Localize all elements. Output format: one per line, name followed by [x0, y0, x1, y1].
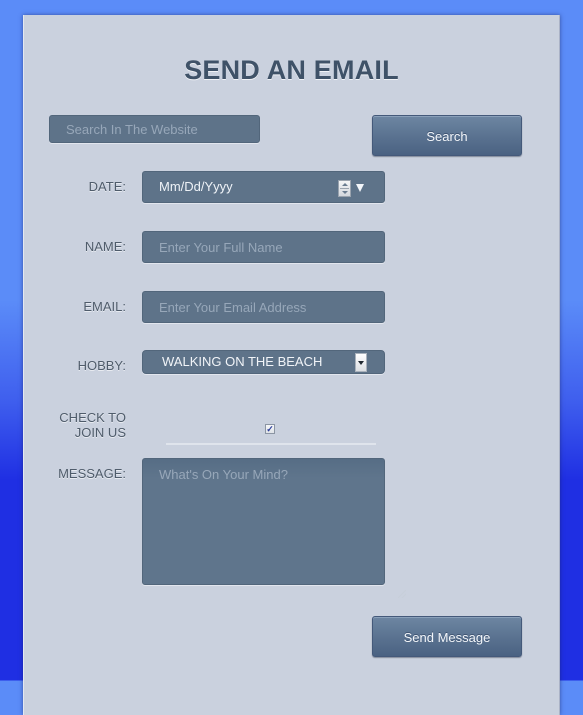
name-field[interactable] [142, 231, 385, 263]
hobby-select[interactable]: WALKING ON THE BEACH [142, 350, 385, 374]
hobby-label: HOBBY: [77, 358, 126, 373]
email-form-card: SEND AN EMAIL Search DATE: Mm/Dd/Yyyy NA… [23, 15, 560, 715]
message-label: MESSAGE: [58, 466, 126, 481]
send-message-button[interactable]: Send Message [372, 616, 522, 657]
date-field[interactable]: Mm/Dd/Yyyy [142, 171, 385, 203]
spin-down-icon[interactable] [342, 191, 348, 194]
join-label-line1: CHECK TO [59, 410, 126, 425]
email-field[interactable] [142, 291, 385, 323]
page-title: SEND AN EMAIL [184, 55, 399, 85]
hobby-selected-value: WALKING ON THE BEACH [162, 354, 323, 369]
spinner-divider [340, 188, 349, 189]
join-label-line2: JOIN US [74, 425, 126, 440]
search-button[interactable]: Search [372, 115, 522, 156]
name-label: NAME: [84, 239, 126, 254]
divider [166, 443, 376, 445]
join-checkbox[interactable]: ✓ [265, 424, 275, 434]
chevron-down-icon[interactable] [355, 353, 367, 372]
join-label: CHECK TO JOIN US [59, 410, 126, 440]
message-field[interactable] [142, 458, 385, 585]
spinner-icon[interactable] [338, 180, 351, 197]
date-value: Mm/Dd/Yyyy [159, 179, 233, 194]
email-label: EMAIL: [83, 299, 126, 314]
dropdown-arrow-icon[interactable] [356, 184, 364, 192]
date-label: DATE: [88, 179, 126, 194]
search-input[interactable] [49, 115, 260, 143]
spin-up-icon[interactable] [342, 183, 348, 186]
resize-grip-icon[interactable] [398, 590, 406, 598]
